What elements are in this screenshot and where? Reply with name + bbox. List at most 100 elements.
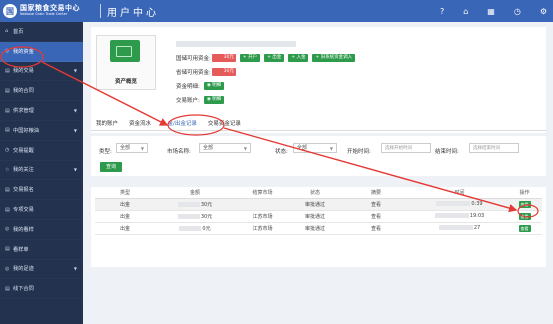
deposit-button[interactable]: + 入金	[288, 53, 309, 62]
legacy-transfer-button[interactable]: + 旧系统资金调入	[312, 53, 356, 62]
asset-overview-label: 资产概览	[114, 79, 137, 85]
sidebar-item-sample[interactable]: ◎ 我的看样	[0, 220, 83, 240]
redacted-block	[179, 225, 202, 231]
tab-my-account[interactable]: 我的账户	[96, 119, 118, 127]
col-summary: 摘要	[340, 187, 412, 199]
chevron-down-icon: ▼	[73, 167, 77, 173]
records-table-panel: 类型 金额 结算市场 状态 摘要 时间 操作 出金 30元 审批通过 查看 0:…	[91, 187, 546, 267]
national-funds-row: 国储可用资金: 30元 + 开户 + 出金 + 入金 + 旧系统资金调入	[176, 52, 356, 63]
row-type: 出金	[95, 222, 155, 235]
reminder-icon: ◷	[5, 147, 10, 154]
fund-details-button[interactable]: ◉ 明细	[203, 81, 225, 90]
logo-mark-icon: 国	[3, 4, 17, 18]
redacted-block	[436, 201, 471, 206]
row-amount: 30元	[200, 213, 213, 220]
sidebar-item-footprint[interactable]: ◎ 我的足迹 ▼	[0, 260, 83, 280]
view-button[interactable]: 查看	[518, 224, 531, 232]
grid-icon[interactable]: ▦	[487, 7, 495, 16]
trade-account-button[interactable]: ◉ 明细	[203, 95, 225, 104]
wallet-icon: ◎	[5, 48, 10, 55]
sidebar-item-supply[interactable]: ▤ 供求管理 ▼	[0, 101, 83, 121]
home-icon: ⌂	[5, 28, 9, 35]
tab-trade-fund-records[interactable]: 交易资金记录	[208, 119, 241, 127]
table-row: 出金 0元 江苏市场 审批通过 查看 27 查看	[95, 222, 542, 235]
sidebar-item-reminder[interactable]: ◷ 交易提醒	[0, 141, 83, 161]
sidebar-item-star[interactable]: ☆ 我的关注 ▼	[0, 161, 83, 181]
sidebar-item-label: 我的合同	[13, 88, 34, 95]
open-account-button[interactable]: + 开户	[239, 53, 261, 62]
sidebar-item-offline-contract[interactable]: ▤ 线下合同	[0, 279, 83, 299]
row-time: 19:03	[469, 213, 485, 219]
row-summary-link[interactable]: 查看	[340, 210, 412, 223]
sidebar-item-trade[interactable]: ▤ 我的交易 ▼	[0, 62, 83, 82]
row-summary-link[interactable]: 查看	[340, 198, 412, 211]
sidebar-item-signup[interactable]: ▤ 交易报名	[0, 180, 83, 200]
sidebar-item-special[interactable]: ▤ 专项交易	[0, 200, 83, 220]
tab-fund-flow[interactable]: 资金流水	[129, 119, 151, 127]
sidebar-item-contract[interactable]: ▤ 我的合同	[0, 81, 83, 101]
header-icons: ? ⌂ ▦ ◷ ⚙	[440, 0, 547, 22]
row-market: 江苏市场	[235, 222, 290, 235]
col-amount: 金额	[155, 187, 235, 199]
col-status: 状态	[290, 187, 340, 199]
redacted-block	[434, 213, 469, 218]
col-action: 操作	[507, 187, 542, 199]
tab-deposit-withdraw-records[interactable]: 入金/出金记录	[162, 119, 197, 127]
page-title: 用户中心	[107, 7, 159, 19]
type-select[interactable]: 全部 ▼	[116, 143, 148, 153]
sidebar-item-label: 我的交易	[13, 68, 34, 75]
org-name-en: National Grain Trade Center	[20, 12, 68, 17]
view-button[interactable]: 查看	[518, 200, 531, 208]
tab-bar: 我的账户 资金流水 入金/出金记录 交易资金记录	[91, 115, 546, 131]
settings-icon[interactable]: ⚙	[540, 7, 547, 16]
row-status: 审批通过	[290, 210, 340, 223]
national-funds-label: 国储可用资金:	[176, 55, 211, 62]
star-icon: ☆	[5, 166, 10, 173]
top-header: 国 国家粮食交易中心 National Grain Trade Center 用…	[0, 0, 553, 22]
national-funds-amount: 30元	[211, 53, 236, 62]
redacted-block	[177, 201, 200, 207]
status-filter-label: 状态:	[275, 149, 288, 155]
row-summary-link[interactable]: 查看	[340, 222, 412, 235]
col-type: 类型	[95, 187, 155, 199]
offline-contract-icon: ▤	[5, 285, 10, 292]
status-select[interactable]: 全部 ▼	[293, 143, 337, 153]
special-icon: ▤	[5, 206, 10, 213]
trade-icon: ▤	[5, 67, 10, 74]
row-status: 审批通过	[290, 198, 340, 211]
asset-overview-card: 资产概览	[96, 35, 156, 90]
table-row: 出金 30元 江苏市场 审批通过 查看 19:03 查看	[95, 210, 542, 223]
provincial-funds-label: 省储可用资金:	[176, 69, 211, 76]
row-type: 出金	[95, 198, 155, 211]
sidebar-item-label: 我的资金	[13, 48, 34, 55]
grain-icon: ▤	[5, 127, 10, 134]
help-icon[interactable]: ?	[440, 7, 444, 16]
sidebar-item-grain[interactable]: ▤ 中国好粮油 ▼	[0, 121, 83, 141]
query-button[interactable]: 查询	[100, 162, 122, 172]
sidebar-item-label: 首页	[13, 28, 24, 35]
table-row: 出金 30元 审批通过 查看 0:39 查看	[95, 198, 542, 211]
end-time-input[interactable]: 选择结束时间	[469, 143, 519, 153]
row-market	[235, 198, 290, 211]
fund-details-label: 资金明细:	[176, 83, 200, 90]
end-time-label: 结束时间:	[435, 149, 459, 155]
records-table: 类型 金额 结算市场 状态 摘要 时间 操作 出金 30元 审批通过 查看 0:…	[95, 187, 542, 235]
table-header-row: 类型 金额 结算市场 状态 摘要 时间 操作	[95, 187, 542, 199]
home-icon[interactable]: ⌂	[463, 7, 468, 16]
sidebar-item-label: 专项交易	[13, 207, 34, 214]
sidebar-item-wallet[interactable]: ◎ 我的资金	[0, 41, 83, 62]
start-time-input[interactable]: 选择开始时间	[381, 143, 431, 153]
supply-icon: ▤	[5, 107, 10, 114]
sidebar-item-home[interactable]: ⌂ 首页	[0, 22, 83, 42]
row-status: 审批通过	[290, 222, 340, 235]
logo[interactable]: 国 国家粮食交易中心 National Grain Trade Center	[0, 4, 98, 18]
row-type: 出金	[95, 210, 155, 223]
view-button[interactable]: 查看	[518, 212, 531, 220]
market-filter-label: 市场名称:	[167, 149, 191, 155]
withdraw-button[interactable]: + 出金	[264, 53, 285, 62]
redacted-block	[438, 225, 473, 230]
market-select[interactable]: 全部 ▼	[199, 143, 251, 153]
main-content: 资产概览 国储可用资金: 30元 + 开户 + 出金 + 入金 + 旧系统资金调…	[83, 22, 553, 324]
bell-icon[interactable]: ◷	[514, 7, 521, 16]
sidebar-item-sample-list[interactable]: ▤ 看样单	[0, 240, 83, 260]
